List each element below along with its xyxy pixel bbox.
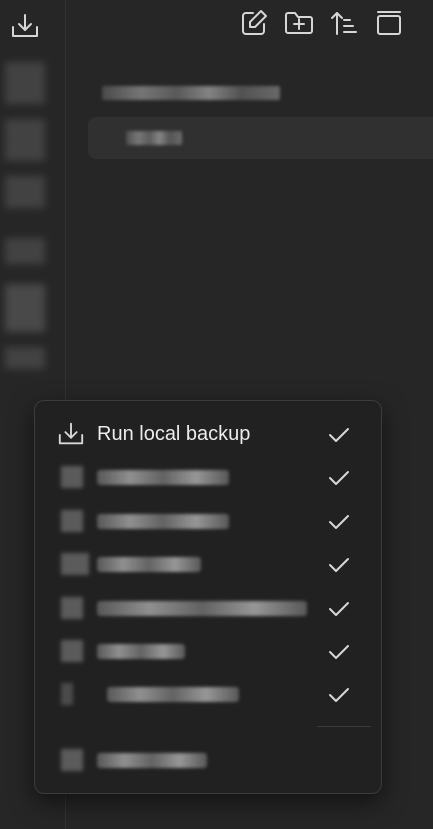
ribbon-redacted-item[interactable] xyxy=(5,347,45,369)
menu-item-label: Run local backup xyxy=(97,422,251,445)
context-menu: Run local backup xyxy=(34,400,382,794)
menu-item-label xyxy=(97,513,229,529)
check-icon xyxy=(329,645,349,659)
collapse-icon xyxy=(374,8,404,43)
menu-item-label xyxy=(97,469,229,485)
menu-item[interactable] xyxy=(45,458,371,496)
ribbon-redacted-item[interactable] xyxy=(5,176,45,208)
menu-item-label xyxy=(107,686,239,702)
check-icon xyxy=(329,428,349,442)
menu-item-label xyxy=(97,600,307,616)
check-icon xyxy=(329,471,349,485)
menu-item[interactable] xyxy=(45,632,371,670)
menu-item[interactable] xyxy=(45,502,371,540)
sort-button[interactable] xyxy=(328,8,360,42)
menu-separator xyxy=(317,726,371,727)
check-icon xyxy=(329,602,349,616)
check-icon xyxy=(329,558,349,572)
redacted-icon xyxy=(61,683,73,705)
menu-item[interactable] xyxy=(45,675,371,713)
sort-icon xyxy=(329,8,359,43)
ribbon-redacted-item[interactable] xyxy=(5,62,45,104)
check-icon xyxy=(329,688,349,702)
new-note-button[interactable] xyxy=(238,8,270,42)
redacted-icon xyxy=(61,749,83,771)
redacted-icon xyxy=(61,553,89,575)
ribbon-redacted-item[interactable] xyxy=(5,284,45,332)
check-icon xyxy=(329,515,349,529)
redacted-file-name xyxy=(102,86,280,100)
file-toolbar xyxy=(238,8,405,42)
redacted-icon xyxy=(61,640,83,662)
redacted-icon xyxy=(61,597,83,619)
tree-item-active[interactable] xyxy=(88,117,433,159)
download-icon[interactable] xyxy=(9,10,41,42)
file-tree xyxy=(88,72,433,159)
new-note-icon xyxy=(239,8,269,43)
ribbon-redacted-item[interactable] xyxy=(5,119,45,161)
download-icon xyxy=(55,418,87,450)
tree-item[interactable] xyxy=(88,72,433,114)
ribbon-redacted-item[interactable] xyxy=(5,238,45,264)
menu-item-label xyxy=(97,752,207,768)
redacted-icon xyxy=(61,510,83,532)
new-folder-icon xyxy=(283,8,315,43)
redacted-icon xyxy=(61,466,83,488)
menu-item-label xyxy=(97,643,185,659)
redacted-file-name xyxy=(126,131,182,145)
app-window: Run local backup xyxy=(0,0,433,829)
menu-item[interactable] xyxy=(45,589,371,627)
collapse-button[interactable] xyxy=(373,8,405,42)
run-local-backup-item[interactable]: Run local backup xyxy=(45,415,371,453)
menu-item-label xyxy=(97,556,201,572)
menu-item[interactable] xyxy=(45,741,371,779)
menu-item[interactable] xyxy=(45,545,371,583)
new-folder-button[interactable] xyxy=(283,8,315,42)
